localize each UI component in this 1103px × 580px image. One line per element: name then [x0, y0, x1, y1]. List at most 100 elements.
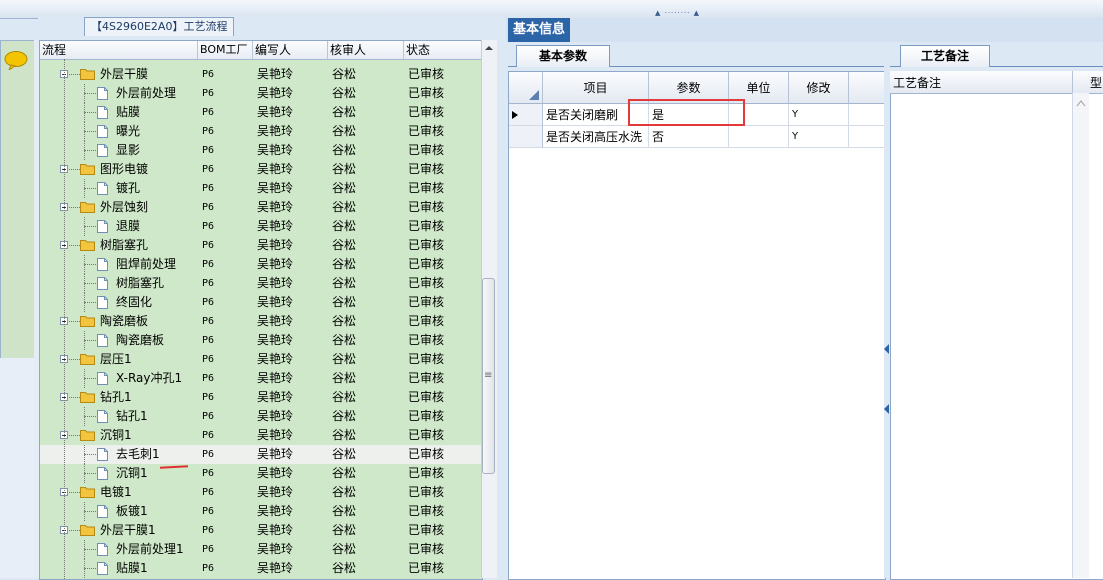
tree-node-label[interactable]: 显影: [116, 141, 140, 160]
tree-row[interactable]: 外层干膜1 P6 吴艳玲 谷松 已审核: [40, 521, 482, 540]
tree-node-label[interactable]: 钻孔1: [116, 407, 148, 426]
cell-status: 已审核: [408, 219, 445, 233]
params-grid[interactable]: 项目 参数 单位 修改 是否关闭磨刷 是 Y 是否关闭高压水洗 否 Y: [508, 71, 886, 580]
grid-cell-modified[interactable]: Y: [789, 126, 849, 148]
tree-row[interactable]: 终固化 P6 吴艳玲 谷松 已审核: [40, 293, 482, 312]
tree-row[interactable]: 树脂塞孔 P6 吴艳玲 谷松 已审核: [40, 274, 482, 293]
folder-icon: [80, 353, 95, 365]
tree-row[interactable]: 钻孔1 P6 吴艳玲 谷松 已审核: [40, 388, 482, 407]
cell-bom: P6: [202, 354, 215, 365]
tree-node-label[interactable]: 外层干膜: [100, 65, 148, 84]
tree-row[interactable]: 图形电镀 P6 吴艳玲 谷松 已审核: [40, 160, 482, 179]
tree-node-label[interactable]: 树脂塞孔: [116, 274, 164, 293]
tree-node-label[interactable]: 陶瓷磨板: [116, 331, 164, 350]
cell-bom: P6: [202, 202, 215, 213]
tree-row[interactable]: 曝光 P6 吴艳玲 谷松 已审核: [40, 122, 482, 141]
folder-icon: [80, 163, 95, 175]
tree-row[interactable]: 钻孔1 P6 吴艳玲 谷松 已审核: [40, 407, 482, 426]
tab-basic-params[interactable]: 基本参数: [516, 45, 610, 67]
tree-node-label[interactable]: 贴膜1: [116, 559, 148, 578]
scroll-up-icon[interactable]: [1076, 99, 1086, 107]
grid-header-modified[interactable]: 修改: [789, 72, 849, 104]
notes-col-header[interactable]: 工艺备注: [893, 74, 941, 91]
tree-node-label[interactable]: 钻孔1: [100, 388, 132, 407]
file-icon: [97, 467, 108, 480]
col-header-bom[interactable]: BOM工厂: [198, 41, 253, 59]
cell-editor: 吴艳玲: [257, 333, 294, 347]
tree-row[interactable]: 板镀1 P6 吴艳玲 谷松 已审核: [40, 502, 482, 521]
process-tree[interactable]: 流程 BOM工厂 编写人 核审人 状态 外层干膜 P6 吴艳玲 谷松 已审核 外层前处理 P…: [39, 40, 483, 580]
tree-row[interactable]: 沉铜1 P6 吴艳玲 谷松 已审核: [40, 426, 482, 445]
tree-node-label[interactable]: 阻焊前处理: [116, 255, 176, 274]
col-header-process[interactable]: 流程: [40, 41, 198, 59]
cell-bom: P6: [202, 335, 215, 346]
center-splitter[interactable]: [497, 18, 506, 578]
tree-node-label[interactable]: 电镀1: [100, 483, 132, 502]
col-header-status[interactable]: 状态: [404, 41, 482, 59]
left-side-strip-bottom: [0, 358, 35, 578]
tree-node-label[interactable]: 退膜: [116, 217, 140, 236]
cell-status: 已审核: [408, 447, 445, 461]
tree-row[interactable]: 外层蚀刻 P6 吴艳玲 谷松 已审核: [40, 198, 482, 217]
tree-node-label[interactable]: 镀孔: [116, 179, 140, 198]
grid-corner[interactable]: [509, 72, 543, 104]
tree-row[interactable]: 阻焊前处理 P6 吴艳玲 谷松 已审核: [40, 255, 482, 274]
tab-process-notes[interactable]: 工艺备注: [900, 45, 990, 67]
col-header-reviewer[interactable]: 核审人: [328, 41, 404, 59]
tree-node-label[interactable]: X-Ray冲孔1: [116, 369, 182, 388]
tree-node-label[interactable]: 去毛刺1: [116, 445, 160, 464]
tree-row[interactable]: 外层前处理1 P6 吴艳玲 谷松 已审核: [40, 540, 482, 559]
cell-editor: 吴艳玲: [257, 162, 294, 176]
tree-row[interactable]: 镀孔 P6 吴艳玲 谷松 已审核: [40, 179, 482, 198]
tree-node-label[interactable]: 沉铜1: [116, 464, 148, 483]
col-header-editor[interactable]: 编写人: [253, 41, 328, 59]
cell-reviewer: 谷松: [332, 485, 357, 499]
tree-row[interactable]: X-Ray冲孔1 P6 吴艳玲 谷松 已审核: [40, 369, 482, 388]
cell-bom: P6: [202, 107, 215, 118]
tree-row[interactable]: 外层干膜 P6 吴艳玲 谷松 已审核: [40, 65, 482, 84]
tree-row[interactable]: 去毛刺1 P6 吴艳玲 谷松 已审核: [40, 445, 482, 464]
cell-reviewer: 谷松: [332, 238, 357, 252]
tree-row[interactable]: 贴膜1 P6 吴艳玲 谷松 已审核: [40, 559, 482, 578]
tree-row[interactable]: 层压1 P6 吴艳玲 谷松 已审核: [40, 350, 482, 369]
row-header[interactable]: [509, 126, 543, 148]
tree-row[interactable]: 沉铜1 P6 吴艳玲 谷松 已审核: [40, 464, 482, 483]
tree-node-label[interactable]: 陶瓷磨板: [100, 312, 148, 331]
cell-bom: P6: [202, 525, 215, 536]
tree-node-label[interactable]: 曝光: [116, 122, 140, 141]
notes-scrollbar[interactable]: [1072, 93, 1089, 578]
cell-status: 已审核: [408, 428, 445, 442]
tree-row[interactable]: 显影 P6 吴艳玲 谷松 已审核: [40, 141, 482, 160]
tree-row[interactable]: 陶瓷磨板 P6 吴艳玲 谷松 已审核: [40, 331, 482, 350]
grid-cell-value[interactable]: 否: [649, 126, 729, 148]
tree-node-label[interactable]: 板镀1: [116, 502, 148, 521]
file-icon: [97, 372, 108, 385]
center-panel-header: [506, 18, 1103, 42]
grid-cell-unit[interactable]: [729, 126, 789, 148]
tree-row[interactable]: 电镀1 P6 吴艳玲 谷松 已审核: [40, 483, 482, 502]
tree-node-label[interactable]: 外层前处理: [116, 84, 176, 103]
tree-node-label[interactable]: 外层前处理1: [116, 540, 184, 559]
chat-bubble-icon[interactable]: [3, 50, 29, 70]
tree-node-label[interactable]: 外层干膜1: [100, 521, 156, 540]
tree-node-label[interactable]: 沉铜1: [100, 426, 132, 445]
tree-row[interactable]: 陶瓷磨板 P6 吴艳玲 谷松 已审核: [40, 312, 482, 331]
collapse-grip-icon[interactable]: ▲ ········ ▲: [655, 10, 715, 17]
tree-node-label[interactable]: 树脂塞孔: [100, 236, 148, 255]
tree-row[interactable]: 贴膜 P6 吴艳玲 谷松 已审核: [40, 103, 482, 122]
notes-col-header-2[interactable]: 型: [1090, 74, 1102, 91]
center-panel-title[interactable]: 基本信息: [508, 18, 570, 42]
grid-cell-modified[interactable]: Y: [789, 104, 849, 126]
row-header[interactable]: [509, 104, 543, 126]
scroll-up-icon[interactable]: [482, 41, 496, 55]
tree-row[interactable]: 树脂塞孔 P6 吴艳玲 谷松 已审核: [40, 236, 482, 255]
tree-node-label[interactable]: 外层蚀刻: [100, 198, 148, 217]
tree-row[interactable]: 外层前处理 P6 吴艳玲 谷松 已审核: [40, 84, 482, 103]
grid-row[interactable]: 是否关闭高压水洗 否 Y: [509, 126, 885, 148]
tree-row[interactable]: 退膜 P6 吴艳玲 谷松 已审核: [40, 217, 482, 236]
tree-node-label[interactable]: 贴膜: [116, 103, 140, 122]
tree-node-label[interactable]: 图形电镀: [100, 160, 148, 179]
tree-node-label[interactable]: 层压1: [100, 350, 132, 369]
tree-node-label[interactable]: 终固化: [116, 293, 152, 312]
grid-cell-item[interactable]: 是否关闭高压水洗: [543, 126, 649, 148]
